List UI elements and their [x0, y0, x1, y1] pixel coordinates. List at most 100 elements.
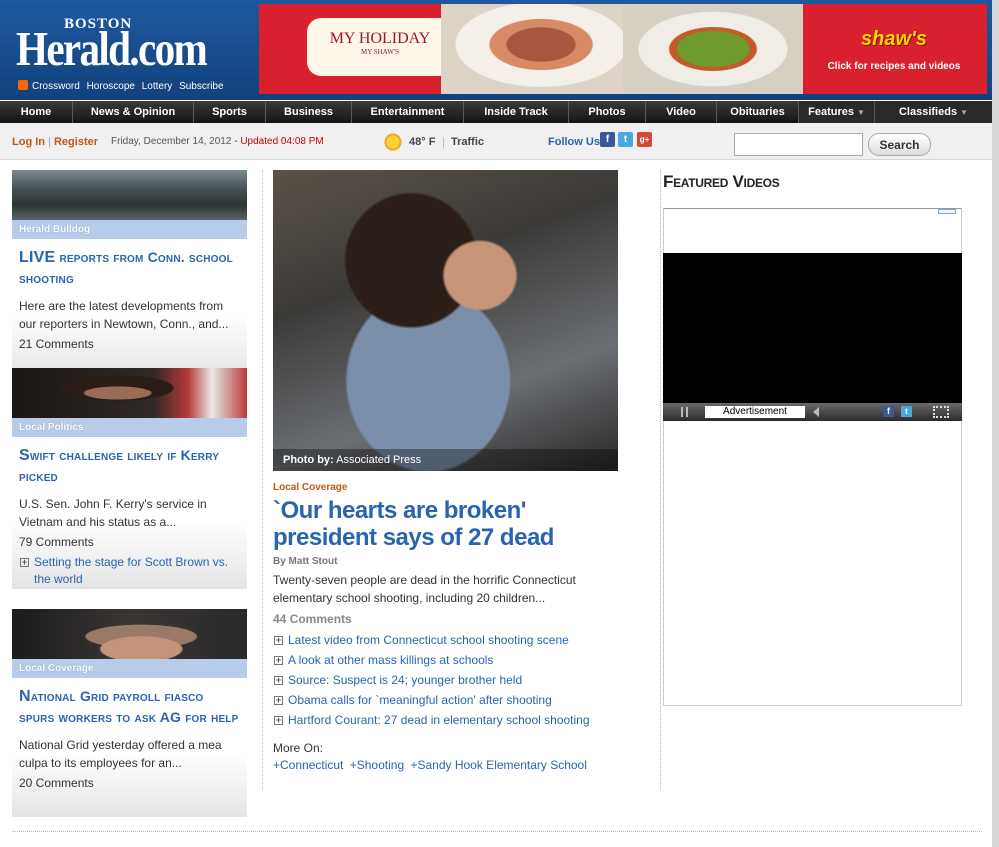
related-link[interactable]: + Hartford Courant: 27 dead in elementary… [273, 713, 618, 733]
story-headline-lead: S [19, 447, 30, 464]
nav-item-features[interactable]: Features ▼ [799, 101, 875, 123]
search-button[interactable]: Search [868, 133, 931, 156]
pause-icon[interactable] [681, 407, 688, 417]
google-plus-icon[interactable]: g+ [637, 132, 652, 147]
nav-item-news-opinion[interactable]: News & Opinion [73, 101, 194, 123]
facebook-icon[interactable]: f [883, 406, 894, 417]
related-link[interactable]: + Setting the stage for Scott Brown vs. t… [19, 554, 240, 588]
column-divider [262, 170, 263, 790]
photo-credit-source: Associated Press [336, 454, 422, 466]
related-link-text: Hartford Courant: 27 dead in elementary … [288, 713, 590, 727]
story-comments[interactable]: 20 Comments [19, 776, 240, 790]
volume-icon[interactable] [813, 407, 819, 417]
related-link[interactable]: + A look at other mass killings at school… [273, 653, 618, 673]
logo-herald-text: Herald.com [16, 21, 208, 76]
story-body: National Grid payroll fiasco spurs worke… [12, 678, 247, 817]
story-headline[interactable]: National Grid payroll fiasco spurs worke… [19, 686, 240, 727]
weather-sun-icon[interactable] [383, 132, 403, 152]
related-link-text: Setting the stage for Scott Brown vs. th… [34, 555, 229, 586]
ad-badge-title: MY HOLIDAY [329, 30, 431, 47]
facebook-icon[interactable]: f [600, 132, 615, 147]
story-headline-rest: ational Grid payroll fiasco spurs worker… [19, 688, 239, 725]
nav-item-home[interactable]: Home [0, 101, 73, 123]
register-link[interactable]: Register [54, 136, 98, 148]
plus-icon: + [274, 715, 283, 725]
story-description: U.S. Sen. John F. Kerry's service in Vie… [19, 497, 207, 529]
ad-roast-image [441, 4, 623, 94]
tag-link[interactable]: +Sandy Hook Elementary School [410, 758, 586, 772]
header-link-lottery[interactable]: Lottery [142, 81, 173, 92]
main-story-byline: By Matt Stout [273, 556, 338, 567]
topic-tags: +Connecticut +Shooting +Sandy Hook Eleme… [273, 758, 590, 772]
nav-item-entertainment[interactable]: Entertainment [352, 101, 464, 123]
main-nav: Home News & Opinion Sports Business Ente… [0, 101, 992, 123]
story-card-politics: Local Politics Swift challenge likely if… [12, 368, 247, 589]
story-thumbnail[interactable] [12, 170, 247, 220]
nav-item-video[interactable]: Video [646, 101, 717, 123]
twitter-icon[interactable]: t [901, 406, 912, 417]
plus-icon: + [274, 695, 283, 705]
ad-banner[interactable]: MY HOLIDAY MY SHAW'S shaw's Click for re… [259, 4, 987, 94]
chevron-down-icon: ▼ [856, 108, 865, 117]
story-headline-lead: N [19, 688, 31, 705]
main-story-comments[interactable]: 44 Comments [273, 612, 352, 626]
traffic-link[interactable]: Traffic [451, 136, 484, 148]
story-thumbnail[interactable] [12, 609, 247, 659]
story-comments[interactable]: 21 Comments [19, 337, 240, 351]
story-section-label[interactable]: Local Politics [12, 418, 247, 437]
follow-us-label: Follow Us [548, 136, 600, 148]
story-comments[interactable]: 79 Comments [19, 535, 240, 549]
story-headline[interactable]: Swift challenge likely if Kerry picked [19, 445, 240, 486]
footer-divider [12, 831, 982, 832]
header-link-crossword[interactable]: Crossword [32, 81, 80, 92]
column-divider [660, 170, 661, 790]
nav-item-inside-track[interactable]: Inside Track [464, 101, 569, 123]
story-description: National Grid yesterday offered a mea cu… [19, 738, 222, 770]
related-link[interactable]: + Obama calls for `meaningful action' aft… [273, 693, 618, 713]
weather-temp[interactable]: 48° F [409, 136, 435, 148]
tag-link[interactable]: +Connecticut [273, 758, 343, 772]
header-link-horoscope[interactable]: Horoscope [87, 81, 135, 92]
story-section-label[interactable]: Local Coverage [12, 659, 247, 678]
plus-icon: + [274, 655, 283, 665]
rss-icon[interactable] [18, 80, 28, 90]
story-headline[interactable]: LIVE reports from Conn. school shooting [19, 247, 240, 288]
related-link[interactable]: + Source: Suspect is 24; younger brother … [273, 673, 618, 693]
related-link-text: Source: Suspect is 24; younger brother h… [288, 673, 523, 687]
ad-cta[interactable]: Click for recipes and videos [819, 61, 969, 72]
window-edge [992, 0, 999, 847]
twitter-icon[interactable]: t [618, 132, 633, 147]
photo-credit: Photo by: Associated Press [273, 449, 618, 471]
ad-badge-subtitle: MY SHAW'S [361, 48, 399, 56]
ad-brand-logo: shaw's [861, 28, 927, 50]
nav-item-classifieds-label: Classifieds [898, 106, 958, 118]
main-story-photo[interactable]: Photo by: Associated Press [273, 170, 618, 471]
related-link-text: Obama calls for `meaningful action' afte… [288, 693, 552, 707]
site-logo[interactable]: BOSTON Herald.com Crossword Horoscope Lo… [14, 6, 256, 96]
login-link[interactable]: Log In [12, 136, 45, 148]
nav-item-obituaries[interactable]: Obituaries [717, 101, 799, 123]
main-story-headline[interactable]: `Our hearts are broken' president says o… [273, 497, 613, 551]
nav-item-classifieds[interactable]: Classifieds ▼ [875, 101, 992, 123]
tag-link[interactable]: +Shooting [350, 758, 404, 772]
story-section-label[interactable]: Herald Bulldog [12, 220, 247, 239]
fullscreen-icon[interactable] [933, 406, 949, 418]
related-link[interactable]: + Latest video from Connecticut school sh… [273, 633, 618, 653]
widget-corner-tab[interactable] [938, 209, 956, 214]
more-on-label: More On: [273, 741, 324, 755]
weather-separator: | [442, 135, 446, 149]
search-input[interactable] [734, 133, 863, 156]
nav-item-sports[interactable]: Sports [194, 101, 266, 123]
story-card-bulldog: Herald Bulldog LIVE reports from Conn. s… [12, 170, 247, 377]
nav-item-photos[interactable]: Photos [569, 101, 646, 123]
plus-icon: + [274, 635, 283, 645]
chevron-down-icon: ▼ [960, 108, 968, 117]
site-header: BOSTON Herald.com Crossword Horoscope Lo… [0, 0, 992, 100]
header-link-subscribe[interactable]: Subscribe [179, 81, 223, 92]
photo-credit-label: Photo by: [283, 454, 334, 466]
main-story-section[interactable]: Local Coverage [273, 482, 347, 493]
story-thumbnail[interactable] [12, 368, 247, 418]
video-player[interactable] [663, 253, 962, 403]
nav-item-business[interactable]: Business [266, 101, 352, 123]
related-links-list: + Latest video from Connecticut school sh… [273, 633, 618, 733]
